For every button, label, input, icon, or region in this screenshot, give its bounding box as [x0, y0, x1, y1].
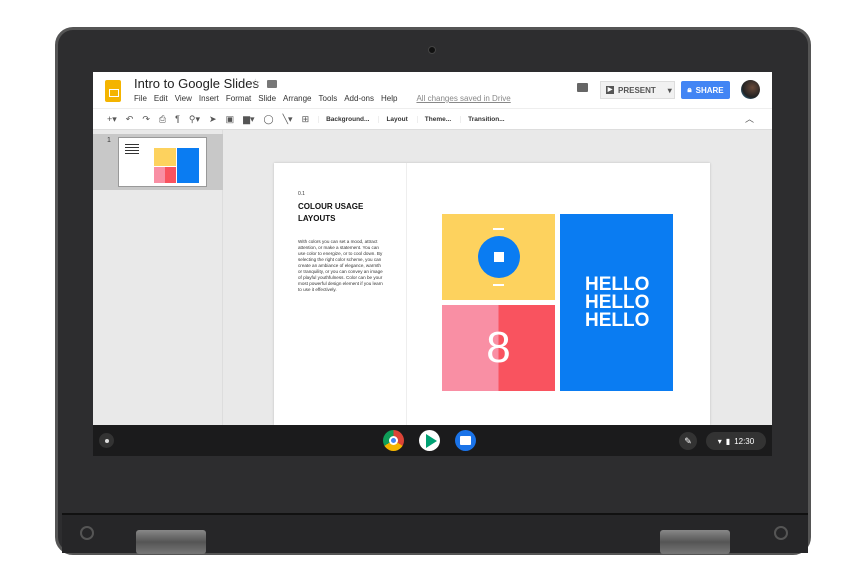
zoom-icon[interactable]: ⚲▾ [189, 114, 200, 125]
status-tray[interactable]: ▾ ▮ 12:30 [706, 432, 766, 450]
background-button[interactable]: Background... [318, 115, 369, 123]
play-store-icon[interactable] [419, 430, 440, 451]
menu-insert[interactable]: Insert [199, 94, 219, 103]
folder-icon[interactable] [267, 80, 277, 88]
toolbar: +▾ ↶ ↷ ⎙ ¶ ⚲▾ ➤ ▣ ▆▾ ◯ ╲▾ ⊞ Background..… [93, 108, 772, 130]
select-icon[interactable]: ➤ [209, 114, 217, 125]
save-status[interactable]: All changes saved in Drive [416, 94, 510, 103]
image-icon[interactable]: ▆▾ [243, 114, 254, 125]
transition-button[interactable]: Transition... [460, 115, 505, 123]
menu-help[interactable]: Help [381, 94, 397, 103]
menu-format[interactable]: Format [226, 94, 251, 103]
star-icon[interactable]: ☆ [250, 76, 261, 90]
stop-icon [478, 236, 520, 278]
textbox-icon[interactable]: ▣ [226, 114, 235, 125]
screen: Intro to Google Slides ☆ File Edit View … [93, 72, 772, 456]
menu-addons[interactable]: Add-ons [344, 94, 374, 103]
slide-heading: COLOUR USAGE LAYOUTS [298, 202, 364, 223]
collapse-icon[interactable]: ︿ [745, 112, 754, 125]
files-icon[interactable] [455, 430, 476, 451]
line-icon[interactable]: ╲▾ [283, 114, 293, 125]
hinge [660, 530, 730, 554]
menu-tools[interactable]: Tools [319, 94, 338, 103]
page-divider [406, 163, 407, 425]
menu-slide[interactable]: Slide [258, 94, 276, 103]
redo-icon[interactable]: ↷ [142, 114, 150, 125]
new-slide-icon[interactable]: +▾ [107, 114, 117, 125]
comment-icon[interactable] [577, 83, 588, 92]
chevron-down-icon[interactable]: ▾ [668, 86, 672, 95]
hello-text: HELLO [585, 310, 650, 331]
battery-icon: ▮ [725, 436, 731, 446]
slide-body: With colors you can set a mood, attract … [298, 239, 383, 292]
slides-logo-icon[interactable] [105, 80, 121, 102]
comment-add-icon[interactable]: ⊞ [302, 114, 310, 125]
present-label: PRESENT [618, 85, 656, 95]
menu-arrange[interactable]: Arrange [283, 94, 311, 103]
os-shelf: ✎ ▾ ▮ 12:30 [93, 425, 772, 456]
foot [80, 526, 94, 540]
present-button[interactable]: ▶ PRESENT ▾ [600, 81, 675, 99]
undo-icon[interactable]: ↶ [126, 114, 134, 125]
hinge [136, 530, 206, 554]
slide-number: 1 [107, 137, 111, 144]
play-icon: ▶ [606, 86, 614, 94]
wifi-icon: ▾ [717, 436, 722, 446]
print-icon[interactable]: ⎙ [159, 114, 166, 125]
camera [428, 46, 436, 54]
shape-icon[interactable]: ◯ [264, 114, 274, 125]
layout-button[interactable]: Layout [378, 115, 408, 123]
stylus-icon[interactable]: ✎ [679, 432, 697, 450]
menu-file[interactable]: File [134, 94, 147, 103]
foot [774, 526, 788, 540]
avatar[interactable] [741, 80, 760, 99]
slide-thumbnail[interactable] [118, 137, 207, 187]
app-header: Intro to Google Slides ☆ File Edit View … [93, 72, 772, 108]
share-label: SHARE [695, 85, 724, 95]
slide-section-number: 0.1 [298, 191, 305, 197]
paint-format-icon[interactable]: ¶ [175, 114, 180, 124]
launcher-icon[interactable] [99, 433, 114, 448]
slide-canvas[interactable]: 0.1 COLOUR USAGE LAYOUTS With colors you… [274, 163, 710, 425]
menu-bar: File Edit View Insert Format Slide Arran… [134, 94, 511, 103]
doc-title[interactable]: Intro to Google Slides [134, 76, 259, 91]
lock-icon: 🔒︎ [687, 85, 692, 94]
chrome-icon[interactable] [383, 430, 404, 451]
theme-button[interactable]: Theme... [416, 115, 451, 123]
filmstrip: 1 [93, 130, 223, 425]
share-button[interactable]: 🔒︎ SHARE [681, 81, 730, 99]
hello-block: HELLO HELLO HELLO [560, 214, 673, 391]
big-number: 8 [442, 305, 555, 391]
menu-view[interactable]: View [175, 94, 192, 103]
menu-edit[interactable]: Edit [154, 94, 168, 103]
clock: 12:30 [734, 436, 755, 446]
yellow-block [442, 214, 555, 300]
